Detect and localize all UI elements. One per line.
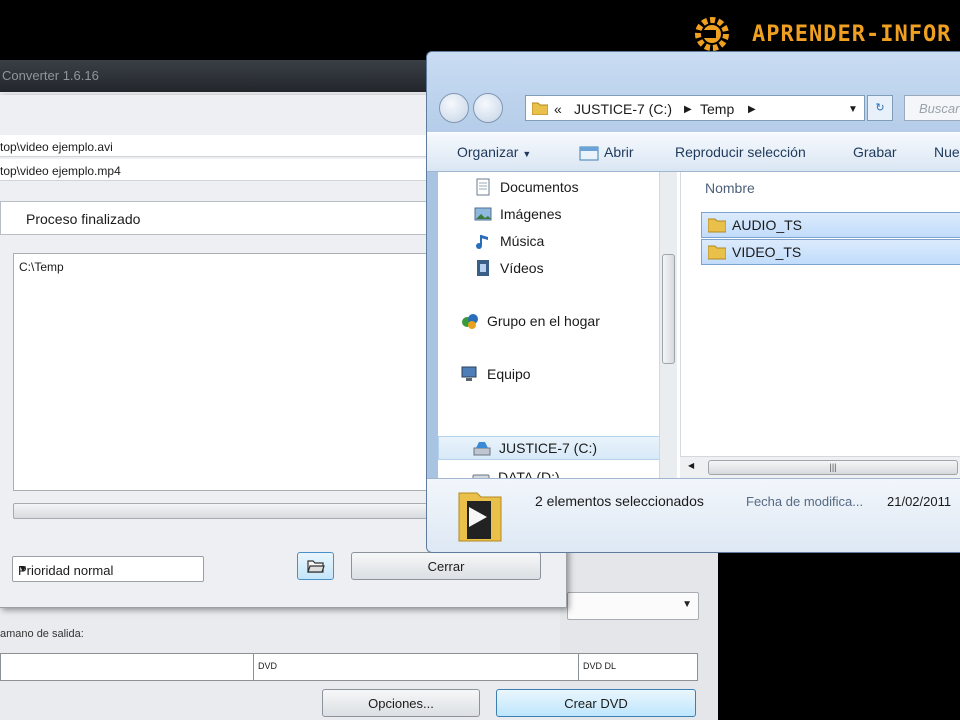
modified-value: 21/02/2011	[887, 494, 952, 509]
computer-icon	[461, 366, 477, 381]
output-path-field: top\video ejemplo.mp4	[0, 159, 440, 181]
size-mark-dvd-dl: DVD DL	[578, 654, 696, 680]
close-button[interactable]: Cerrar	[351, 552, 541, 580]
chevron-down-icon: ▼	[682, 599, 692, 610]
pictures-icon	[474, 207, 492, 221]
homegroup-icon	[462, 314, 478, 329]
modified-label: Fecha de modifica...	[746, 494, 864, 509]
nav-pane-scroll-thumb[interactable]	[662, 254, 675, 364]
documents-icon	[476, 178, 490, 196]
file-row-audio-ts[interactable]: AUDIO_TS	[701, 212, 960, 238]
chevron-down-icon: ▼	[18, 564, 28, 575]
progress-bar	[13, 503, 433, 519]
file-pane-scroll-thumb[interactable]: |||	[708, 460, 958, 475]
search-placeholder: Buscar	[919, 101, 960, 116]
logo-text: APRENDER-INFOR	[752, 22, 952, 47]
command-bar: Organizar ▼ Abrir Reproducir selección G…	[427, 132, 960, 172]
output-size-label: amano de salida:	[0, 628, 84, 640]
videos-icon	[477, 260, 489, 276]
folder-preview-icon	[458, 492, 502, 542]
status-panel: Proceso finalizado	[0, 201, 430, 235]
output-size-bar: DVD DVD DL	[0, 653, 698, 681]
chevron-down-icon: ▼	[522, 149, 532, 159]
nav-item-homegroup[interactable]: Grupo en el hogar	[461, 309, 600, 333]
priority-dropdown[interactable]: Prioridad normal ▼	[12, 556, 204, 582]
input-path-field: top\video ejemplo.avi	[0, 135, 440, 157]
open-icon	[579, 146, 599, 161]
nav-pane-scrollbar[interactable]	[659, 172, 677, 478]
file-row-video-ts[interactable]: VIDEO_TS	[701, 239, 960, 265]
log-text: C:\Temp	[19, 260, 64, 274]
navigation-pane: Documentos Imágenes Música Vídeos Grupo …	[438, 172, 680, 478]
status-text: Proceso finalizado	[26, 211, 141, 227]
nav-item-documents[interactable]: Documentos	[474, 175, 579, 199]
log-textarea[interactable]: C:\Temp	[13, 253, 433, 491]
scroll-left-icon[interactable]: ◀	[688, 461, 694, 470]
open-button[interactable]: Abrir	[604, 144, 634, 160]
options-button[interactable]: Opciones...	[322, 689, 480, 717]
drive-icon	[472, 474, 490, 478]
explorer-window: « JUSTICE-7 (C:) ▶ Temp ▶ ▼ ↻ Buscar Org…	[426, 51, 960, 553]
selection-count: 2 elementos seleccionados	[535, 493, 704, 509]
nav-item-computer[interactable]: Equipo	[461, 362, 531, 386]
folder-icon	[708, 218, 726, 233]
nav-item-pictures[interactable]: Imágenes	[474, 202, 561, 226]
folder-open-icon	[307, 560, 325, 573]
explorer-navbar: « JUSTICE-7 (C:) ▶ Temp ▶ ▼ ↻ Buscar	[427, 52, 960, 132]
file-pane-horizontal-scrollbar[interactable]: ◀ |||	[680, 456, 960, 478]
open-folder-button[interactable]	[297, 552, 334, 580]
folder-icon	[708, 245, 726, 260]
music-icon	[476, 235, 488, 249]
nav-item-drive-d[interactable]: DATA (D:)	[472, 465, 560, 478]
address-prefix: «	[554, 101, 562, 117]
nav-item-videos[interactable]: Vídeos	[474, 256, 544, 280]
refresh-icon: ↻	[875, 102, 885, 114]
search-input[interactable]: Buscar	[904, 95, 960, 121]
refresh-button[interactable]: ↻	[867, 95, 893, 121]
gear-logo-icon	[695, 17, 729, 51]
converter-title: Converter 1.6.16	[2, 68, 99, 83]
create-dvd-button[interactable]: Crear DVD	[496, 689, 696, 717]
organize-button[interactable]: Organizar ▼	[457, 144, 531, 160]
play-selection-button[interactable]: Reproducir selección	[675, 144, 806, 160]
column-header-name[interactable]: Nombre	[705, 180, 755, 196]
system-drive-icon	[473, 442, 491, 456]
file-list-pane: Nombre AUDIO_TS VIDEO_TS	[680, 172, 960, 478]
burn-button[interactable]: Grabar	[853, 144, 897, 160]
breadcrumb-separator-icon[interactable]: ▶	[684, 104, 692, 115]
output-format-dropdown[interactable]: ▼	[567, 592, 699, 620]
back-button[interactable]	[439, 93, 469, 123]
breadcrumb-drive[interactable]: JUSTICE-7 (C:)	[574, 101, 672, 117]
nav-item-drive-c[interactable]: JUSTICE-7 (C:)	[438, 436, 670, 460]
size-mark-dvd: DVD	[253, 654, 578, 680]
address-dropdown-icon[interactable]: ▼	[848, 104, 858, 115]
new-folder-button[interactable]: Nue	[934, 144, 960, 160]
address-bar[interactable]: « JUSTICE-7 (C:) ▶ Temp ▶ ▼	[525, 95, 865, 121]
nav-item-music[interactable]: Música	[474, 229, 544, 253]
details-pane: 2 elementos seleccionados Fecha de modif…	[427, 478, 960, 552]
folder-icon	[532, 102, 548, 115]
forward-button[interactable]	[473, 93, 503, 123]
breadcrumb-separator-icon[interactable]: ▶	[748, 104, 756, 115]
breadcrumb-folder[interactable]: Temp	[700, 101, 734, 117]
